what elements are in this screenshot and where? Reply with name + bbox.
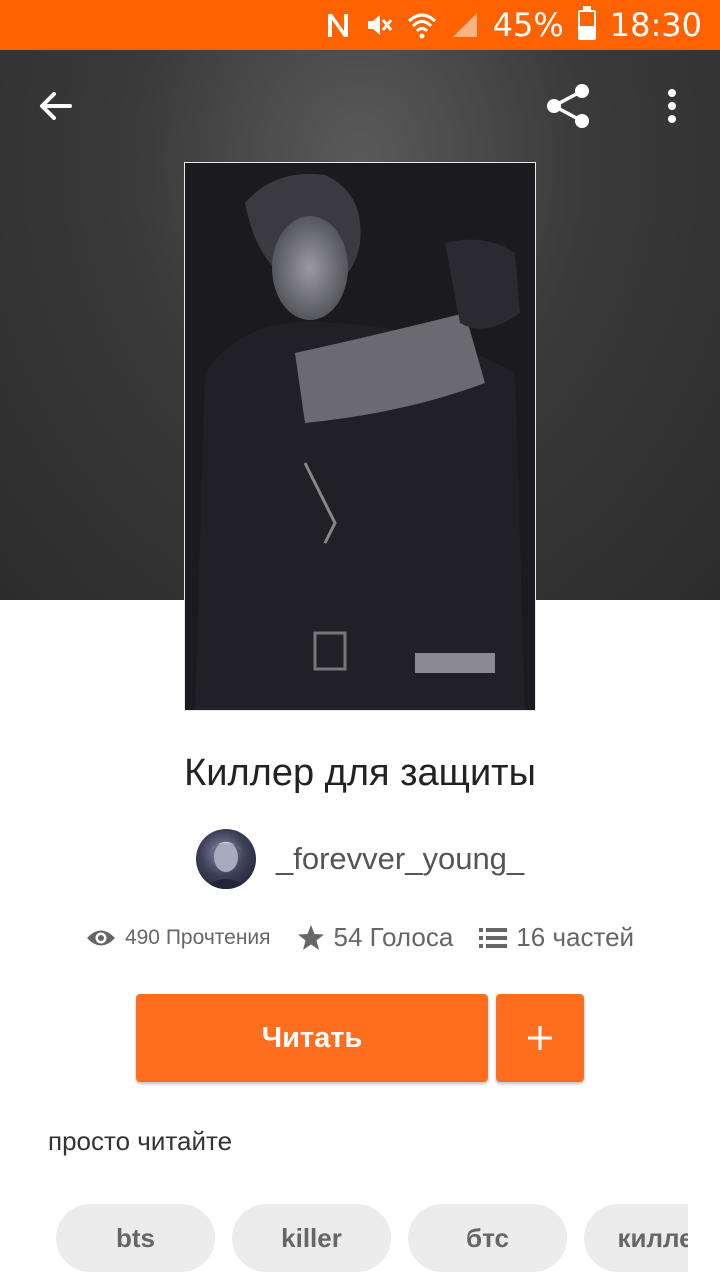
wifi-icon xyxy=(407,10,437,40)
eye-icon xyxy=(86,930,115,945)
share-icon xyxy=(547,84,589,128)
parts-stat: 16 частей xyxy=(479,922,634,953)
tag-chip[interactable]: killer xyxy=(232,1204,391,1272)
more-vert-icon xyxy=(668,89,676,123)
author-link[interactable]: _forevver_young_ xyxy=(196,828,524,890)
story-title: Киллер для защиты xyxy=(184,752,536,794)
clock: 18:30 xyxy=(609,6,702,44)
share-button[interactable] xyxy=(540,78,596,134)
story-cover-image[interactable] xyxy=(184,162,536,711)
battery-icon xyxy=(577,6,596,40)
nfc-icon xyxy=(325,10,351,40)
read-button[interactable]: Читать xyxy=(136,994,488,1082)
more-options-button[interactable] xyxy=(644,78,700,134)
cover-art xyxy=(185,163,535,710)
plus-icon xyxy=(528,1026,552,1050)
votes-stat: 54 Голоса xyxy=(297,922,454,953)
mute-icon xyxy=(365,10,393,40)
author-name: _forevver_young_ xyxy=(276,841,525,876)
back-button[interactable] xyxy=(28,78,84,134)
votes-count: 54 Голоса xyxy=(333,922,454,952)
parts-count: 16 частей xyxy=(516,922,635,952)
tag-chip[interactable]: bts xyxy=(56,1204,215,1272)
star-icon xyxy=(297,924,324,950)
avatar[interactable] xyxy=(196,829,256,889)
status-bar: 45% 18:30 xyxy=(0,0,720,50)
add-to-library-button[interactable] xyxy=(496,994,584,1082)
reads-stat: 490 Прочтения xyxy=(86,926,271,950)
tag-list: bts killer бтс киллер xyxy=(56,1204,688,1272)
battery-percent: 45% xyxy=(492,6,564,44)
reads-count: 490 Прочтения xyxy=(124,925,271,949)
list-icon xyxy=(479,927,508,948)
story-stats: 490 Прочтения 54 Голоса 16 частей xyxy=(0,922,720,953)
arrow-back-icon xyxy=(40,92,72,120)
signal-icon xyxy=(451,10,479,40)
tag-chip[interactable]: киллер xyxy=(584,1204,688,1272)
story-description: просто читайте xyxy=(48,1126,233,1156)
tag-chip[interactable]: бтс xyxy=(408,1204,567,1272)
